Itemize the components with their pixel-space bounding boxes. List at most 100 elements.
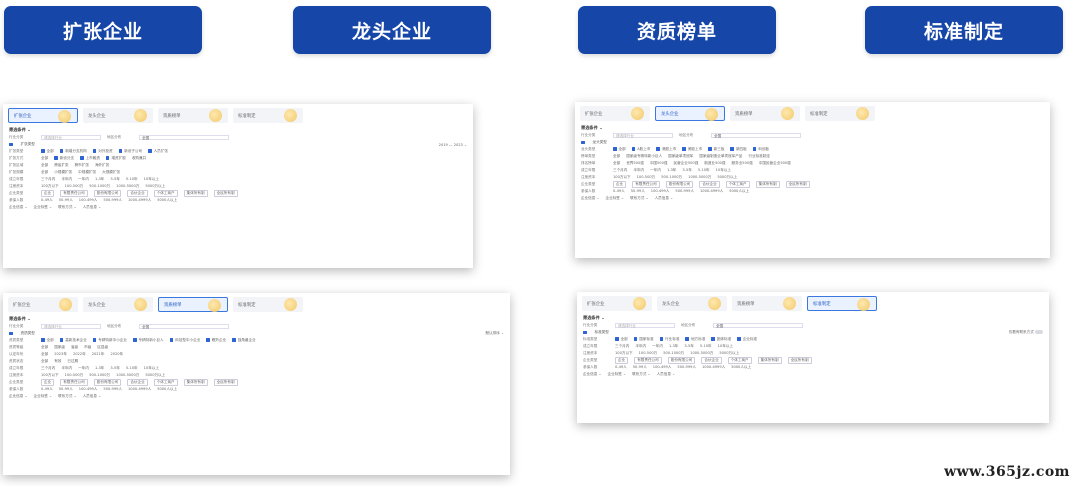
- option[interactable]: 500-999人: [103, 198, 122, 203]
- industry-input[interactable]: 请选择行业: [615, 323, 675, 328]
- option[interactable]: 5000万以上: [719, 351, 739, 356]
- more-filter[interactable]: 人员信息 ⌄: [655, 196, 674, 201]
- option[interactable]: 100万以下: [615, 351, 633, 356]
- option[interactable]: 国家级专精特新小巨人: [626, 154, 662, 159]
- option[interactable]: 全部: [613, 161, 620, 166]
- option[interactable]: 100万以下: [41, 184, 59, 189]
- option[interactable]: 1000-4999人: [128, 198, 151, 203]
- option[interactable]: 全部: [41, 170, 48, 175]
- option[interactable]: 50-99人: [631, 189, 645, 194]
- option[interactable]: 新增分支机构: [59, 149, 87, 154]
- contact-switch[interactable]: 仅看有联系方式: [1009, 330, 1043, 335]
- option[interactable]: 个体工商户: [727, 356, 752, 365]
- checkbox-icon[interactable]: [9, 331, 13, 336]
- option[interactable]: 全部: [613, 154, 620, 159]
- option[interactable]: 100万以下: [613, 175, 631, 180]
- option[interactable]: 全部: [41, 163, 48, 168]
- option[interactable]: 2022年: [73, 352, 86, 357]
- option[interactable]: 股份有限公司: [665, 180, 694, 189]
- tab-expansion[interactable]: 扩张企业: [582, 296, 652, 311]
- filter-title[interactable]: 筛选条件 ⌄: [3, 123, 473, 134]
- option[interactable]: 5000人以上: [731, 365, 751, 370]
- option[interactable]: 新设子公司: [118, 149, 142, 154]
- option[interactable]: 5-10年: [698, 168, 710, 173]
- option[interactable]: 1000-5000万: [688, 175, 711, 180]
- option[interactable]: 收购兼并: [132, 156, 146, 161]
- option[interactable]: 全部: [41, 345, 48, 350]
- option[interactable]: 地方标准: [685, 337, 705, 342]
- option[interactable]: 国家级制造业单项冠军产品: [699, 154, 742, 159]
- option[interactable]: 一年内: [652, 344, 663, 349]
- header-qualification-list[interactable]: 资质榜单: [578, 6, 776, 54]
- filter-title[interactable]: 筛选条件 ⌄: [575, 121, 1050, 132]
- tab-expansion[interactable]: 扩张企业: [580, 106, 650, 121]
- option[interactable]: 100万以下: [41, 373, 59, 378]
- option[interactable]: 专精特新小巨人: [133, 338, 164, 343]
- option[interactable]: 1000-4999人: [700, 189, 723, 194]
- option[interactable]: 500-999人: [675, 189, 694, 194]
- more-filter[interactable]: 企业信息 ⌄: [9, 205, 28, 210]
- option[interactable]: 企业标准: [737, 337, 757, 342]
- option[interactable]: 一年内: [78, 366, 89, 371]
- option[interactable]: 集体所有制: [757, 356, 782, 365]
- option[interactable]: 对外投资: [92, 149, 113, 154]
- option[interactable]: 全部: [41, 352, 48, 357]
- option[interactable]: 三个月内: [41, 366, 55, 371]
- tab-leading[interactable]: 龙头企业: [83, 297, 153, 312]
- option[interactable]: 10年以上: [144, 366, 159, 371]
- option[interactable]: 全民所有制: [787, 356, 812, 365]
- tab-standard[interactable]: 标准制定: [807, 296, 877, 311]
- option[interactable]: 全民所有制: [213, 189, 238, 198]
- option[interactable]: 股份有限公司: [667, 356, 696, 365]
- option[interactable]: 行业标准: [659, 337, 679, 342]
- option[interactable]: 3-5年: [684, 344, 693, 349]
- more-filter[interactable]: 联系方式 ⌄: [630, 196, 649, 201]
- option[interactable]: 5000人以上: [157, 387, 177, 392]
- option[interactable]: 新设分支: [54, 156, 74, 161]
- checkbox-icon[interactable]: [583, 330, 587, 335]
- tab-qualification[interactable]: 资质榜单: [732, 296, 802, 311]
- industry-input[interactable]: 请选择行业: [41, 324, 101, 329]
- option[interactable]: 3-5年: [110, 366, 119, 371]
- option[interactable]: 一年内: [78, 177, 89, 182]
- option[interactable]: 50-99人: [59, 387, 73, 392]
- region-select[interactable]: 全国: [711, 133, 801, 138]
- option[interactable]: 个体工商户: [153, 189, 178, 198]
- option[interactable]: 半年内: [61, 366, 72, 371]
- option[interactable]: 全部: [41, 359, 48, 364]
- more-filter[interactable]: 人员信息 ⌄: [657, 372, 676, 377]
- option[interactable]: 10年以上: [144, 177, 159, 182]
- option[interactable]: 5000人以上: [729, 189, 749, 194]
- option[interactable]: 有限责任公司: [634, 356, 662, 365]
- more-filter[interactable]: 联系方式 ⌄: [58, 205, 77, 210]
- option[interactable]: 全部: [41, 149, 54, 154]
- option[interactable]: 已过期: [67, 359, 78, 364]
- option[interactable]: 瞪羚企业: [206, 338, 226, 343]
- option[interactable]: 个体工商户: [725, 180, 750, 189]
- more-filter[interactable]: 企业标签 ⌄: [606, 196, 625, 201]
- option[interactable]: 海外扩张: [95, 163, 109, 168]
- option[interactable]: 5-10年: [126, 177, 138, 182]
- option[interactable]: 1000-4999人: [702, 365, 725, 370]
- option[interactable]: 半年内: [633, 168, 644, 173]
- option[interactable]: 跨市扩张: [75, 163, 89, 168]
- option[interactable]: 0-49人: [615, 365, 627, 370]
- tab-leading[interactable]: 龙头企业: [655, 106, 725, 121]
- option[interactable]: 集体所有制: [183, 189, 208, 198]
- option[interactable]: 0-49人: [41, 387, 53, 392]
- option[interactable]: 一年内: [650, 168, 661, 173]
- option[interactable]: 合伙企业: [127, 378, 148, 387]
- option[interactable]: 100-499人: [651, 189, 670, 194]
- option[interactable]: 2023年: [54, 352, 67, 357]
- option[interactable]: 中国民营企业500强: [759, 161, 791, 166]
- option[interactable]: 100-500万: [65, 184, 84, 189]
- option[interactable]: 全部: [41, 156, 48, 161]
- option[interactable]: 500-1000万: [89, 373, 110, 378]
- option[interactable]: 新三板: [708, 147, 724, 152]
- option[interactable]: 100-500万: [637, 175, 656, 180]
- option[interactable]: 集体所有制: [755, 180, 780, 189]
- option[interactable]: 股份有限公司: [93, 189, 122, 198]
- option[interactable]: 科创板: [752, 147, 769, 152]
- option[interactable]: 2020年: [110, 352, 123, 357]
- option[interactable]: 3-5年: [110, 177, 119, 182]
